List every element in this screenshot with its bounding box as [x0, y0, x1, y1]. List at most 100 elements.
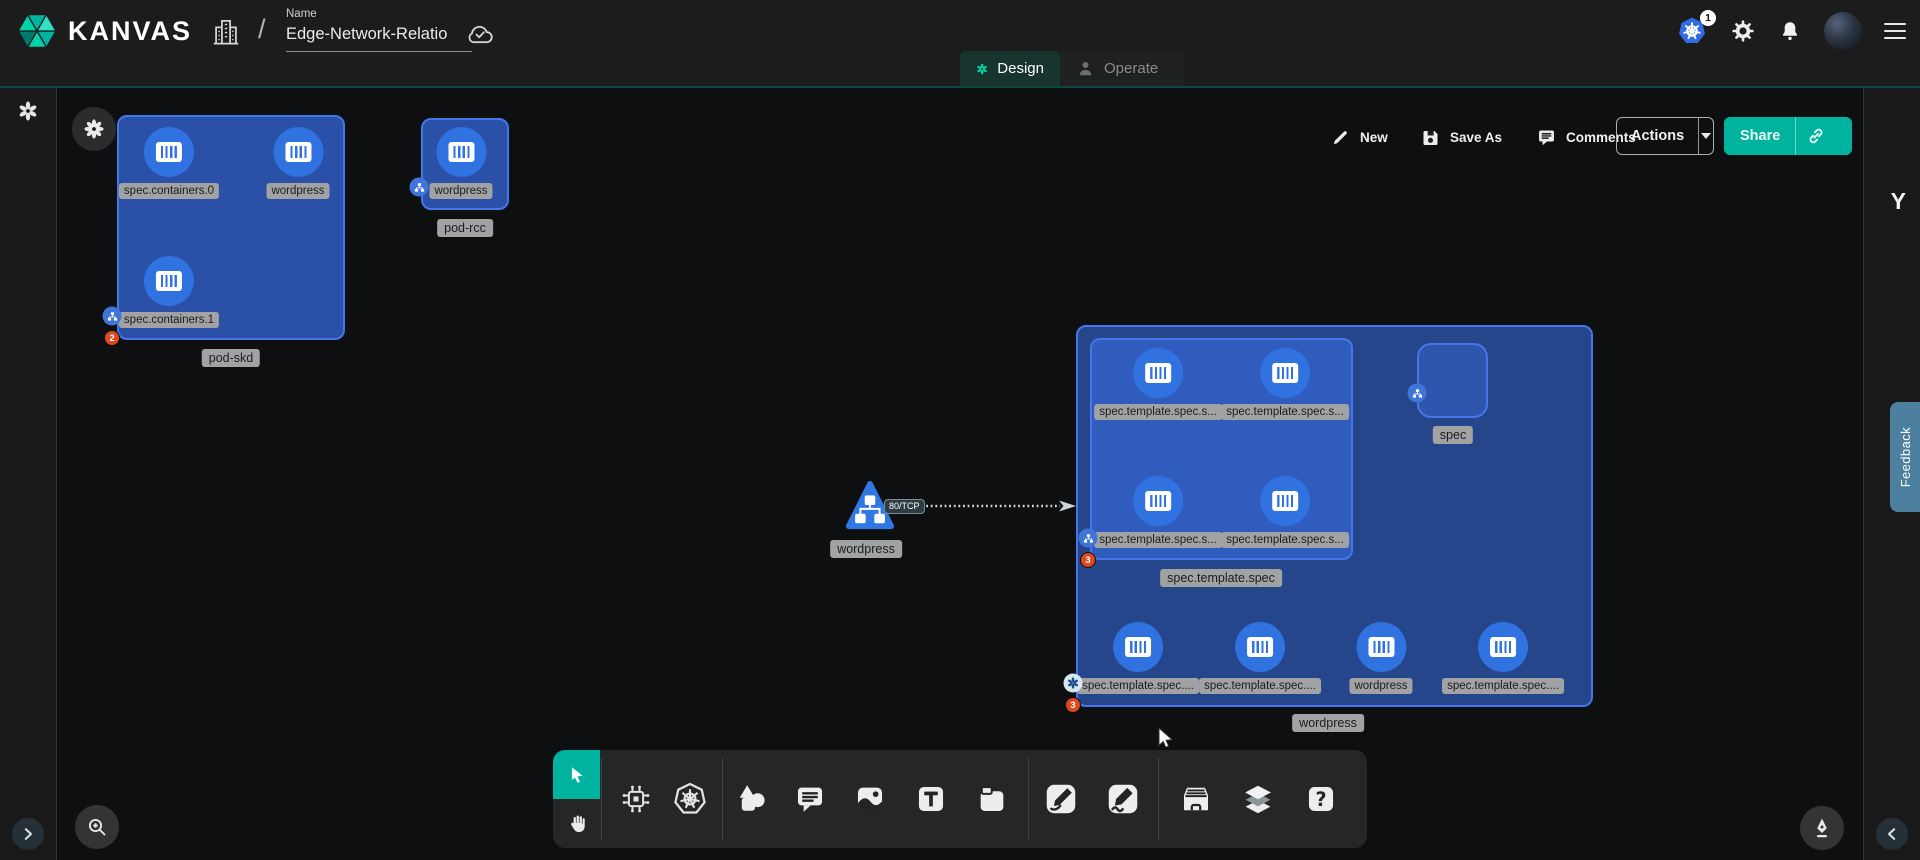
new-button[interactable]: New	[1330, 127, 1388, 148]
tool-integration[interactable]	[617, 780, 655, 818]
warning-count-badge[interactable]: 3	[1065, 697, 1081, 713]
group-spec[interactable]	[1417, 343, 1488, 418]
actions-dropdown-toggle[interactable]	[1699, 133, 1713, 139]
network-badge-icon[interactable]	[410, 178, 429, 197]
design-tab-icon	[976, 59, 988, 79]
share-split-button[interactable]: Share	[1724, 117, 1852, 155]
tool-layers[interactable]	[1239, 780, 1277, 818]
node-spec-containers-1[interactable]: spec.containers.1	[119, 256, 219, 328]
group-spec-label[interactable]: spec	[1433, 426, 1473, 444]
node-spec-template-1[interactable]: spec.template.spec.s...	[1094, 348, 1222, 420]
group-pod-rcc-label[interactable]: pod-rcc	[437, 219, 493, 237]
hand-icon	[565, 812, 589, 836]
node-label: spec.template.spec.s...	[1094, 532, 1222, 548]
service-node-label: wordpress	[830, 540, 902, 558]
sync-pinwheel-icon[interactable]	[17, 100, 39, 122]
group-spec-template-spec-label[interactable]: spec.template.spec	[1160, 569, 1282, 587]
drawer-icon	[1178, 781, 1214, 817]
settings-gear-icon[interactable]	[1730, 18, 1756, 44]
tab-design[interactable]: Design	[960, 51, 1060, 86]
tool-help[interactable]: ?	[1302, 780, 1340, 818]
user-avatar[interactable]	[1824, 12, 1862, 50]
actions-label: Actions	[1617, 128, 1698, 144]
left-rail	[0, 88, 57, 860]
container-icon	[1133, 476, 1183, 526]
container-icon	[273, 127, 323, 177]
kubernetes-context-button[interactable]: 1	[1676, 15, 1708, 47]
node-spec-template-3[interactable]: spec.template.spec.s...	[1094, 476, 1222, 548]
group-pod-skd-label[interactable]: pod-skd	[202, 349, 260, 367]
node-label: wordpress	[1349, 678, 1412, 694]
actions-split-button[interactable]: Actions	[1616, 117, 1714, 155]
design-name-input[interactable]	[286, 23, 472, 52]
notifications-bell-icon[interactable]	[1778, 18, 1802, 44]
tab-operate[interactable]: Operate	[1060, 51, 1184, 86]
tool-sketch[interactable]	[1104, 780, 1142, 818]
kanvas-logo-icon	[16, 10, 58, 52]
expand-left-panel-button[interactable]	[12, 818, 44, 850]
node-wordpress[interactable]: wordpress	[266, 127, 329, 199]
container-icon	[436, 127, 486, 177]
node-label: spec.containers.0	[119, 183, 219, 199]
save-as-button[interactable]: Save As	[1420, 127, 1502, 148]
tool-media[interactable]	[851, 780, 889, 818]
kubernetes-wheel-icon	[672, 781, 708, 817]
tool-kubernetes[interactable]	[671, 780, 709, 818]
tab-design-label: Design	[997, 60, 1044, 77]
warning-count-badge[interactable]: 2	[104, 330, 120, 346]
node-spec-template-4[interactable]: spec.template.spec.s...	[1221, 476, 1349, 548]
design-name-field: Name	[286, 8, 472, 52]
node-spec-template-7[interactable]: spec.template.spec....	[1442, 622, 1564, 694]
feedback-label: Feedback	[1898, 427, 1913, 487]
container-icon	[1260, 348, 1310, 398]
ink-pen-button[interactable]	[1800, 806, 1844, 850]
toolbar-divider	[1158, 758, 1159, 840]
menu-hamburger-icon[interactable]	[1884, 23, 1906, 39]
top-header: KANVAS / Name Design	[0, 0, 1920, 88]
network-badge-icon[interactable]	[1408, 384, 1427, 403]
workspace-icon[interactable]	[212, 16, 240, 48]
tool-shapes[interactable]	[733, 780, 771, 818]
node-spec-template-5[interactable]: spec.template.spec....	[1077, 622, 1199, 694]
new-label: New	[1360, 130, 1388, 145]
node-label: spec.template.spec.s...	[1221, 532, 1349, 548]
link-icon	[1806, 126, 1826, 146]
pen-nib-icon	[1810, 816, 1834, 840]
tool-comment[interactable]	[791, 780, 829, 818]
tool-select[interactable]	[553, 750, 600, 799]
node-wordpress-pod[interactable]: wordpress	[1349, 622, 1412, 694]
tool-text[interactable]	[912, 780, 950, 818]
app-window: KANVAS / Name Design	[0, 0, 1920, 860]
tool-pan[interactable]	[553, 799, 600, 848]
node-spec-template-6[interactable]: spec.template.spec....	[1199, 622, 1321, 694]
feedback-tab[interactable]: Feedback	[1890, 402, 1920, 512]
warning-count-badge[interactable]: 3	[1080, 552, 1096, 568]
note-icon	[975, 782, 1009, 816]
context-count-badge: 1	[1700, 10, 1716, 26]
deployment-badge-icon[interactable]	[1064, 674, 1083, 693]
node-spec-containers-0[interactable]: spec.containers.0	[119, 127, 219, 199]
tool-pen[interactable]	[1042, 780, 1080, 818]
breadcrumb-separator: /	[258, 14, 266, 45]
layout-flower-button[interactable]	[72, 107, 116, 151]
group-wordpress-label[interactable]: wordpress	[1292, 714, 1364, 732]
tool-note[interactable]	[973, 780, 1011, 818]
expand-right-panel-button[interactable]	[1876, 818, 1908, 850]
network-badge-icon[interactable]	[1079, 529, 1098, 548]
comment-icon	[793, 782, 827, 816]
brand-name: KANVAS	[68, 16, 192, 47]
header-actions: 1	[1676, 12, 1906, 50]
brand[interactable]: KANVAS	[16, 10, 192, 52]
copy-link-button[interactable]	[1796, 126, 1836, 146]
node-spec-template-2[interactable]: spec.template.spec.s...	[1221, 348, 1349, 420]
tool-drawer[interactable]	[1177, 780, 1215, 818]
image-icon	[853, 782, 887, 816]
network-badge-icon[interactable]	[103, 307, 122, 326]
zoom-button[interactable]	[75, 805, 119, 849]
node-wordpress-rcc[interactable]: wordpress	[429, 127, 492, 199]
pencil-icon	[1330, 127, 1351, 148]
pencil-scribble-icon	[1105, 781, 1141, 817]
y-panel-icon[interactable]: Y	[1891, 188, 1906, 215]
container-icon	[144, 256, 194, 306]
toolbar-divider	[722, 758, 723, 840]
